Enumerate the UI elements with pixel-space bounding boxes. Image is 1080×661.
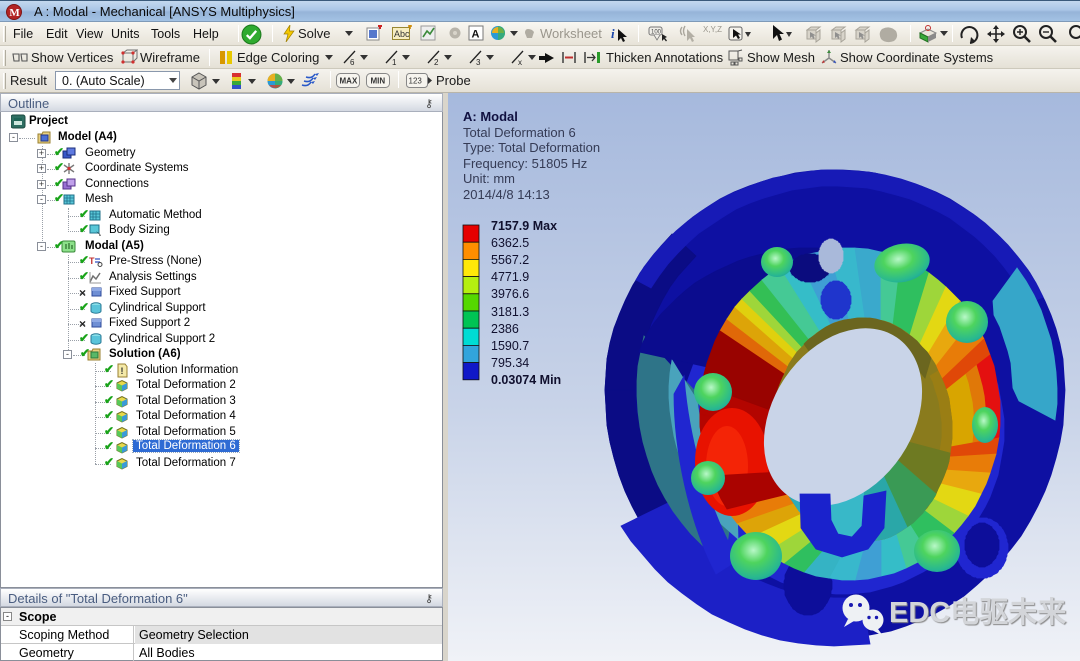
svg-text:MIN: MIN [371, 77, 386, 86]
svg-text:2: 2 [434, 58, 439, 66]
svg-text:2014/4/8 14:13: 2014/4/8 14:13 [463, 187, 550, 202]
svg-text:1590.7: 1590.7 [491, 339, 529, 353]
svg-text:3: 3 [476, 58, 481, 66]
svg-text:Unit: mm: Unit: mm [463, 171, 515, 186]
svg-text:EDC电驱未来: EDC电驱未来 [889, 596, 1066, 629]
svg-text:Abc: Abc [394, 29, 410, 39]
svg-text:i: i [611, 26, 615, 41]
svg-text:x: x [518, 58, 522, 66]
svg-text:4771.9: 4771.9 [491, 270, 529, 284]
svg-text:T: T [89, 256, 95, 266]
svg-text:6: 6 [350, 58, 355, 66]
svg-text:3976.6: 3976.6 [491, 287, 529, 301]
svg-text:Frequency: 51805 Hz: Frequency: 51805 Hz [463, 156, 587, 171]
svg-text:1: 1 [392, 58, 397, 66]
svg-text:123: 123 [409, 77, 423, 86]
svg-text:A: A [472, 29, 480, 41]
svg-text:0.03074 Min: 0.03074 Min [491, 373, 561, 387]
svg-text:6362.5: 6362.5 [491, 236, 529, 250]
svg-text:795.34: 795.34 [491, 356, 529, 370]
svg-text:3181.3: 3181.3 [491, 305, 529, 319]
svg-text:100: 100 [651, 30, 662, 36]
svg-text:2386: 2386 [491, 322, 519, 336]
svg-text:Total Deformation 6: Total Deformation 6 [463, 125, 576, 140]
svg-text:Type: Total Deformation: Type: Total Deformation [463, 140, 600, 155]
svg-text:5567.2: 5567.2 [491, 253, 529, 267]
svg-text:!: ! [121, 366, 124, 376]
svg-text:M: M [9, 7, 20, 19]
svg-text:A: Modal: A: Modal [463, 109, 518, 124]
svg-text:MAX: MAX [340, 77, 358, 86]
svg-text:7157.9 Max: 7157.9 Max [491, 219, 557, 233]
